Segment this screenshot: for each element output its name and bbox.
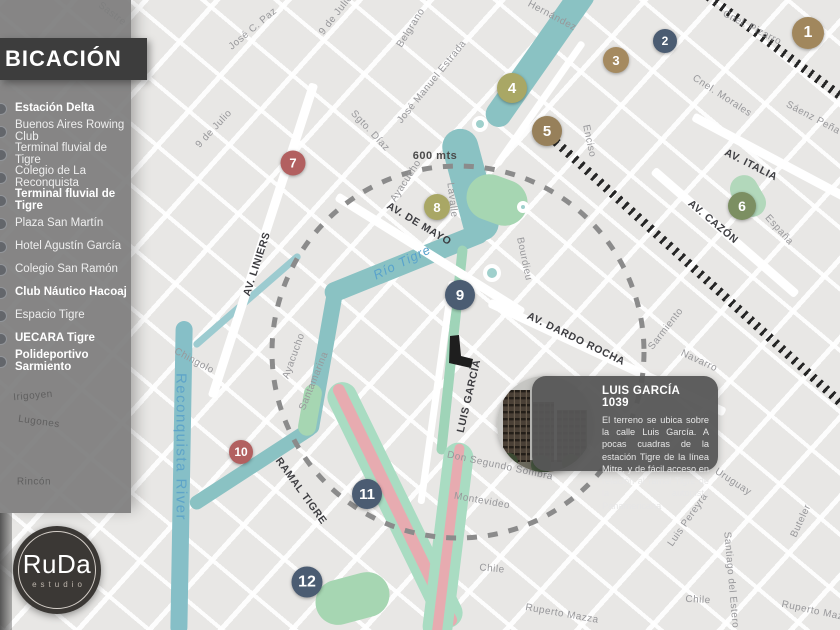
map-label-luis-garc-a: LUIS GARCÍA bbox=[454, 358, 484, 434]
sidebar-item-uecara-tigre: UECARA Tigre bbox=[0, 327, 131, 350]
legend-bullet-icon bbox=[0, 286, 7, 299]
legend-bullet-icon bbox=[0, 309, 7, 322]
map-marker-2[interactable]: 2 bbox=[653, 29, 677, 53]
map-label-ruperto-mazza: Ruperto Mazza bbox=[780, 598, 840, 626]
map-label-s-enz-pe-a: Sáenz Peña bbox=[784, 99, 840, 137]
map-label-cnel-pizarro: Cnel. Pizarro bbox=[720, 8, 784, 48]
sidebar-item-polideportivo-sarmiento: Polideportivo Sarmiento bbox=[0, 349, 131, 373]
sidebar-item-label: Plaza San Martín bbox=[15, 216, 104, 229]
map-marker-10[interactable]: 10 bbox=[229, 440, 253, 464]
map-marker-5[interactable]: 5 bbox=[532, 116, 562, 146]
sidebar-item-colegio-san-ram-n: Colegio San Ramón bbox=[0, 258, 131, 281]
sidebar-item-label: Espacio Tigre bbox=[15, 308, 85, 321]
map-marker-9[interactable]: 9 bbox=[445, 280, 475, 310]
railway-track bbox=[684, 0, 840, 114]
map-label-rinc-n: Rincón bbox=[16, 476, 52, 488]
sidebar-item-label: Estación Delta bbox=[15, 101, 95, 114]
sidebar-item-label: Polideportivo Sarmiento bbox=[15, 349, 89, 373]
sidebar-edge-strip bbox=[0, 513, 12, 630]
legend-bullet-icon bbox=[0, 194, 7, 207]
legend-bullet-icon bbox=[0, 171, 7, 184]
legend-bullet-icon bbox=[0, 102, 7, 115]
map-label-uruguay: Uruguay bbox=[712, 466, 754, 498]
map-marker-7[interactable]: 7 bbox=[280, 150, 306, 176]
sidebar-item-colegio-de-la-reconquista: Colegio de La Reconquista bbox=[0, 165, 131, 189]
map-label-9-de-julio: 9 de Julio bbox=[316, 0, 356, 38]
sidebar-item-buenos-aires-rowing-club: Buenos Aires Rowing Club bbox=[0, 119, 131, 143]
scale-label: 600 mts bbox=[412, 150, 458, 162]
sidebar-item-hotel-agust-n-garc-a: Hotel Agustín García bbox=[0, 235, 131, 258]
roundabout bbox=[472, 116, 488, 132]
map-label-bourdieu: Bourdieu bbox=[514, 236, 534, 282]
map-label-cnel-morales: Cnel. Morales bbox=[690, 72, 754, 120]
map-label-sgto-d-az: Sgto. Díaz bbox=[348, 108, 392, 154]
sidebar-item-estaci-n-delta: Estación Delta bbox=[0, 97, 131, 120]
map-label-jos-manuel-estrada: José Manuel Estrada bbox=[395, 38, 469, 126]
map-marker-11[interactable]: 11 bbox=[352, 479, 382, 509]
map-label-santiago-del-estero: Santiago del Estero bbox=[721, 531, 741, 629]
roundabout bbox=[517, 201, 529, 213]
legend-bullet-icon bbox=[0, 240, 7, 253]
map-marker-3[interactable]: 3 bbox=[603, 47, 629, 73]
map-label-reconquista-river: Reconquista River bbox=[172, 372, 190, 522]
sidebar-item-label: UECARA Tigre bbox=[15, 331, 95, 344]
tooltip-body: El terreno se ubica sobre la calle Luis … bbox=[602, 415, 709, 511]
page-title-bar: BICACIÓN bbox=[0, 38, 147, 80]
sidebar-item-espacio-tigre: Espacio Tigre bbox=[0, 304, 131, 327]
legend-bullet-icon bbox=[0, 263, 7, 276]
map-label-av-dardo-rocha: AV. DARDO ROCHA bbox=[525, 310, 627, 368]
map-label-navarro: Navarro bbox=[678, 347, 720, 375]
sidebar-item-terminal-fluvial-de-tigre: Terminal fluvial de Tigre bbox=[0, 142, 131, 166]
sidebar-item-label: Terminal fluvial de Tigre bbox=[15, 188, 116, 212]
sidebar-item-label: Colegio San Ramón bbox=[15, 262, 118, 275]
legend-bullet-icon bbox=[0, 217, 7, 230]
map-label-chile: Chile bbox=[685, 593, 711, 607]
legend-bullet-icon bbox=[0, 355, 7, 368]
roundabout bbox=[483, 264, 501, 282]
page-title: BICACIÓN bbox=[5, 46, 122, 71]
map-label-9-de-julio: 9 de Julio bbox=[193, 107, 235, 151]
legend-bullet-icon bbox=[0, 332, 7, 345]
ubicacion-map-slide: SastreJosé C. Paz9 de JulioBelgranoJosé … bbox=[0, 0, 840, 630]
property-tooltip: LUIS GARCÍA 1039 El terreno se ubica sob… bbox=[532, 376, 718, 511]
map-label-espa-a: España bbox=[762, 212, 796, 248]
map-label-ayacucho: Ayacucho bbox=[388, 157, 424, 205]
map-marker-1[interactable]: 1 bbox=[792, 17, 824, 49]
waterway bbox=[480, 0, 600, 133]
legend-bullet-icon bbox=[0, 148, 7, 161]
sidebar-item-label: Club Náutico Hacoaj bbox=[15, 285, 127, 298]
map-label-jos-c-paz: José C. Paz bbox=[226, 5, 280, 53]
sidebar-item-terminal-fluvial-de-tigre: Terminal fluvial de Tigre bbox=[0, 188, 131, 212]
sidebar-item-label: Colegio de La Reconquista bbox=[15, 165, 86, 189]
waterway bbox=[309, 566, 395, 630]
sidebar-item-plaza-san-mart-n: Plaza San Martín bbox=[0, 212, 131, 235]
sidebar-item-label: Terminal fluvial de Tigre bbox=[15, 142, 108, 166]
sidebar-item-club-n-utico-hacoaj: Club Náutico Hacoaj bbox=[0, 281, 131, 304]
tooltip-title: LUIS GARCÍA 1039 bbox=[602, 385, 680, 409]
map-label-buteler: Buteler bbox=[788, 502, 814, 540]
map-label-sarmiento: Sarmiento bbox=[646, 305, 686, 353]
map-marker-4[interactable]: 4 bbox=[497, 73, 527, 103]
map-marker-12[interactable]: 12 bbox=[291, 566, 323, 598]
map-label-ramal-tigre: RAMAL TIGRE bbox=[272, 455, 330, 527]
map-label-chile: Chile bbox=[478, 562, 506, 576]
sidebar-item-label: Buenos Aires Rowing Club bbox=[15, 119, 125, 143]
logo-ring bbox=[18, 531, 96, 609]
sidebar-item-label: Hotel Agustín García bbox=[15, 239, 122, 252]
ruda-logo: RuDa estudio bbox=[13, 526, 101, 614]
map-label-enciso: Enciso bbox=[580, 123, 598, 159]
map-label-belgrano: Belgrano bbox=[394, 6, 428, 50]
map-label-ayacucho: Ayacucho bbox=[280, 331, 308, 381]
map-label-ruperto-mazza: Ruperto Mazza bbox=[524, 602, 600, 626]
legend-list: Estación Delta Buenos Aires Rowing Club Te… bbox=[0, 97, 131, 373]
map-marker-8[interactable]: 8 bbox=[424, 194, 450, 220]
legend-bullet-icon bbox=[0, 125, 7, 138]
map-marker-6[interactable]: 6 bbox=[728, 192, 756, 220]
